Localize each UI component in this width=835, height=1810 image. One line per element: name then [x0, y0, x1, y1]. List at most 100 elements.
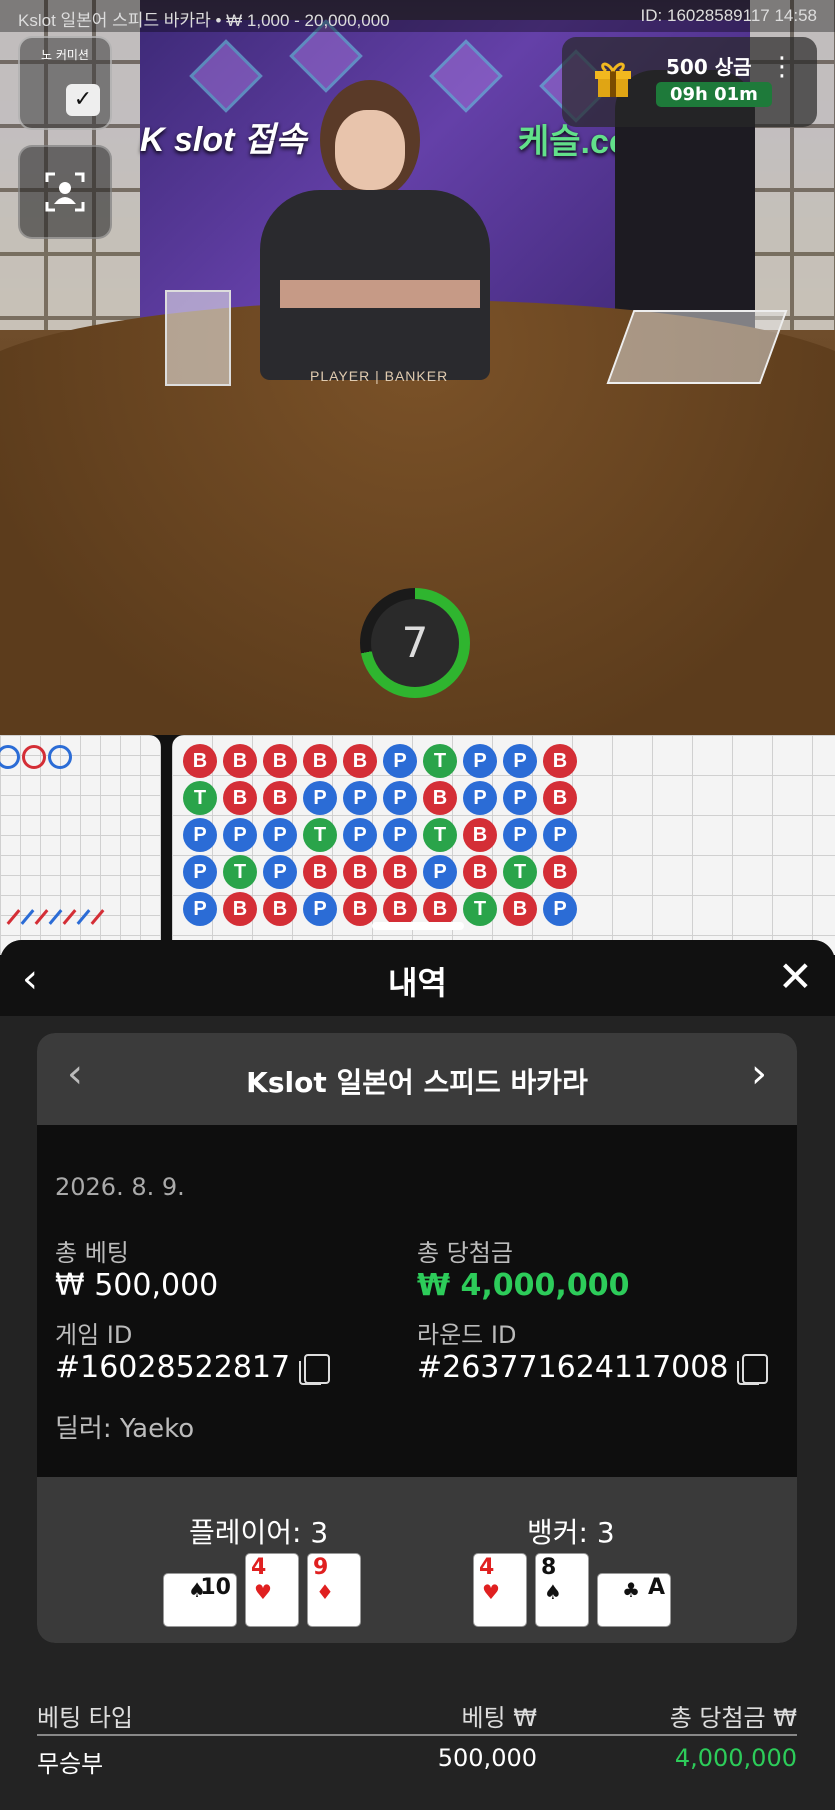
banker-card-2: 8 ♠ — [535, 1553, 589, 1627]
banker-card-3: A ♣ — [597, 1573, 671, 1627]
game-id-label: 게임 ID — [55, 1321, 133, 1349]
sheet-header: ‹ 내역 ✕ — [0, 940, 835, 1016]
bet-table: 베팅 타입 베팅 ₩ 총 당첨금 ₩ 무승부 500,000 4,000,000 — [37, 1690, 797, 1786]
sheet-title: 내역 — [388, 964, 447, 1002]
discard-holder — [165, 290, 231, 386]
bet-amount-cell: 500,000 — [437, 1744, 537, 1772]
player-card-1: 10 ♠ — [163, 1573, 237, 1627]
road-ring — [22, 745, 46, 769]
total-bet-value: ₩ 500,000 — [55, 1268, 219, 1303]
bead-P: P — [503, 781, 537, 815]
rewards-amount: 500 상금 — [666, 55, 752, 79]
more-options-icon[interactable]: ⋮ — [769, 54, 795, 80]
dealer-name: 딜러: Yaeko — [55, 1414, 195, 1444]
video-topbar: Kslot 일본어 스피드 바카라 • ₩ 1,000 - 20,000,000… — [0, 0, 835, 32]
countdown-timer: 7 — [360, 588, 470, 698]
bead-P: P — [543, 892, 577, 926]
bead-P: P — [343, 818, 377, 852]
col-bet: 베팅 ₩ — [461, 1704, 537, 1732]
next-game-icon[interactable]: › — [751, 1051, 767, 1097]
card-shoe — [606, 310, 788, 384]
bead-B: B — [263, 781, 297, 815]
bead-T: T — [423, 818, 457, 852]
copy-icon[interactable] — [299, 1353, 331, 1385]
win-amount-cell: 4,000,000 — [674, 1744, 797, 1772]
bead-B: B — [383, 892, 417, 926]
person-frame-icon — [45, 172, 85, 212]
round-meta: ID: 16028589117 14:58 — [640, 6, 817, 25]
bead-T: T — [463, 892, 497, 926]
player-card-3: 9 ♦ — [307, 1553, 361, 1627]
bead-P: P — [423, 855, 457, 889]
col-total-win: 총 당첨금 ₩ — [669, 1704, 797, 1732]
bead-P: P — [183, 855, 217, 889]
col-bet-type: 베팅 타입 — [37, 1704, 133, 1732]
history-sheet: ‹ 내역 ✕ ‹ Kslot 일본어 스피드 바카라 › 2026. 8. 9.… — [0, 940, 835, 1810]
bead-B: B — [423, 892, 457, 926]
bead-B: B — [423, 781, 457, 815]
road-ring — [48, 745, 72, 769]
rewards-widget[interactable]: 500 상금 09h 01m ⋮ — [562, 37, 817, 127]
banker-card-1: 4 ♥ — [473, 1553, 527, 1627]
rewards-timer: 09h 01m — [656, 82, 772, 107]
bead-P: P — [303, 892, 337, 926]
live-video: K slot 접속 케슬.co PLAYER | BANKER Kslot 일본… — [0, 0, 835, 735]
total-win-value: ₩ 4,000,000 — [417, 1268, 630, 1303]
round-detail-card: ‹ Kslot 일본어 스피드 바카라 › 2026. 8. 9. 총 베팅 ₩… — [37, 1033, 797, 1643]
game-navigator: ‹ Kslot 일본어 스피드 바카라 › — [37, 1033, 797, 1125]
player-card-2: 4 ♥ — [245, 1553, 299, 1627]
dealer — [240, 80, 500, 380]
bead-B: B — [343, 744, 377, 778]
bead-T: T — [503, 855, 537, 889]
table-marking: PLAYER | BANKER — [310, 368, 449, 384]
bead-T: T — [423, 744, 457, 778]
bead-P: P — [223, 818, 257, 852]
total-bet-label: 총 베팅 — [55, 1239, 129, 1267]
bead-P: P — [343, 781, 377, 815]
bead-P: P — [183, 818, 217, 852]
bet-type-cell: 무승부 — [37, 1750, 104, 1778]
table-row: 무승부 500,000 4,000,000 — [37, 1736, 797, 1786]
no-commission-label: 노 커미션 — [41, 48, 89, 62]
round-date: 2026. 8. 9. — [55, 1173, 185, 1201]
round-id-label: 라운드 ID — [417, 1321, 517, 1349]
no-commission-toggle[interactable]: 노 커미션 ✓ — [18, 36, 112, 130]
bet-table-header: 베팅 타입 베팅 ₩ 총 당첨금 ₩ — [37, 1690, 797, 1736]
table-title: Kslot 일본어 스피드 바카라 • ₩ 1,000 - 20,000,000 — [18, 11, 390, 30]
bead-B: B — [303, 855, 337, 889]
bead-B: B — [223, 892, 257, 926]
bead-P: P — [383, 744, 417, 778]
total-win-label: 총 당첨금 — [417, 1239, 513, 1267]
bead-B: B — [343, 892, 377, 926]
bead-P: P — [263, 855, 297, 889]
bead-P: P — [463, 781, 497, 815]
bead-P: P — [543, 818, 577, 852]
bead-P: P — [383, 818, 417, 852]
gift-icon — [595, 62, 631, 97]
bead-road[interactable]: BBBBBPTPPBTBBPPPBPPBPPPTPPTBPPPTPBBBPBTB… — [172, 735, 835, 955]
bead-P: P — [463, 744, 497, 778]
countdown-value: 7 — [371, 599, 459, 687]
copy-icon[interactable] — [737, 1353, 769, 1385]
game-id-value: #16028522817 — [55, 1350, 291, 1385]
hands-panel: 플레이어: 3 뱅커: 3 10 ♠ 4 ♥ 9 ♦ 4 ♥ 8 ♠ A ♣ — [37, 1477, 797, 1643]
checkbox-icon[interactable]: ✓ — [66, 84, 100, 116]
bead-B: B — [263, 744, 297, 778]
bead-B: B — [183, 744, 217, 778]
bead-B: B — [543, 781, 577, 815]
bead-T: T — [303, 818, 337, 852]
camera-view-button[interactable] — [18, 145, 112, 239]
bead-B: B — [463, 818, 497, 852]
bead-P: P — [383, 781, 417, 815]
bead-P: P — [263, 818, 297, 852]
bead-P: P — [503, 818, 537, 852]
bead-B: B — [223, 744, 257, 778]
game-name: Kslot 일본어 스피드 바카라 — [246, 1066, 588, 1099]
close-icon[interactable]: ✕ — [778, 952, 813, 1001]
bead-T: T — [183, 781, 217, 815]
bead-B: B — [543, 744, 577, 778]
bead-B: B — [503, 892, 537, 926]
bead-P: P — [183, 892, 217, 926]
bead-B: B — [463, 855, 497, 889]
sheet-drag-handle[interactable] — [372, 922, 464, 930]
